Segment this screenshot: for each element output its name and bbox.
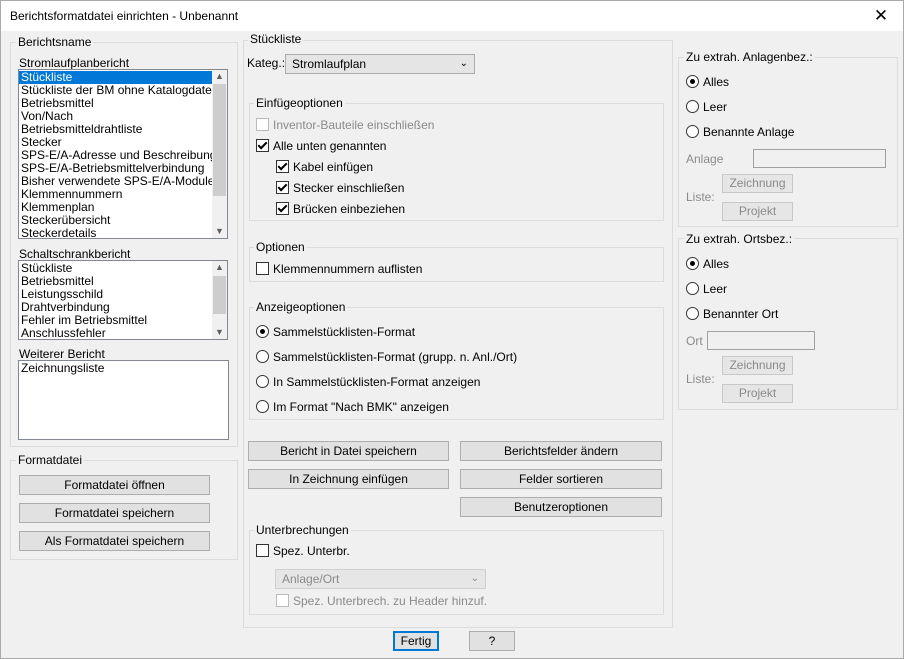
save-report-button[interactable]: Bericht in Datei speichern (248, 441, 449, 461)
stromlaufplan-scrollbar[interactable]: ▲ ▼ (212, 70, 227, 238)
change-fields-button[interactable]: Berichtsfelder ändern (460, 441, 662, 461)
kateg-label: Kateg.: (247, 56, 286, 70)
spez-unterbr-checkbox[interactable]: Spez. Unterbr. (256, 543, 350, 559)
anlagenbez-leer-radio[interactable]: Leer (686, 99, 727, 115)
anlage-zeichnung-button[interactable]: Zeichnung (722, 174, 793, 193)
ort-label: Ort (686, 334, 703, 348)
list-item[interactable]: Steckerdetails (19, 227, 227, 239)
alle-checkbox[interactable]: Alle unten genannten (256, 138, 386, 154)
unterbr-select[interactable]: Anlage/Ort ⌄ (275, 569, 486, 589)
stromlaufplan-list[interactable]: Stückliste Stückliste der BM ohne Katalog… (18, 69, 228, 239)
scroll-down-icon[interactable]: ▼ (212, 225, 227, 238)
checkmark-icon (276, 181, 289, 194)
radio-icon (686, 307, 699, 320)
schaltschrank-scrollbar[interactable]: ▲ ▼ (212, 261, 227, 339)
kateg-value: Stromlaufplan (292, 57, 367, 71)
checkmark-icon (256, 139, 269, 152)
anlage-projekt-button[interactable]: Projekt (722, 202, 793, 221)
checkbox-icon (256, 118, 269, 131)
radio-selected-icon (256, 325, 269, 338)
formatdatei-label: Formatdatei (16, 453, 85, 467)
anzeige-radio-2[interactable]: Sammelstücklisten-Format (grupp. n. Anl.… (256, 349, 517, 365)
fertig-button[interactable]: Fertig (393, 631, 439, 651)
bruecken-checkbox[interactable]: Brücken einbeziehen (276, 201, 405, 217)
schaltschrank-list[interactable]: Stückliste Betriebsmittel Leistungsschild D… (18, 260, 228, 340)
checkmark-icon (276, 202, 289, 215)
radio-icon (256, 400, 269, 413)
anzeige-radio-1[interactable]: Sammelstücklisten-Format (256, 324, 415, 340)
stueckliste-label: Stückliste (248, 32, 304, 46)
stromlaufplan-label: Stromlaufplanbericht (19, 56, 130, 70)
scroll-up-icon[interactable]: ▲ (212, 70, 227, 83)
schaltschrank-label: Schaltschrankbericht (19, 247, 131, 261)
checkbox-icon (276, 594, 289, 607)
sort-fields-button[interactable]: Felder sortieren (460, 469, 662, 489)
weiterer-label: Weiterer Bericht (19, 347, 105, 361)
radio-selected-icon (686, 75, 699, 88)
radio-icon (256, 350, 269, 363)
user-options-button[interactable]: Benutzeroptionen (460, 497, 662, 517)
ortsbez-alles-radio[interactable]: Alles (686, 256, 729, 272)
anlage-liste-label: Liste: (686, 190, 715, 204)
radio-icon (256, 375, 269, 388)
checkmark-icon (276, 160, 289, 173)
ort-zeichnung-button[interactable]: Zeichnung (722, 356, 793, 375)
ort-input[interactable] (707, 331, 815, 350)
scroll-thumb[interactable] (213, 276, 226, 314)
unterbr-value: Anlage/Ort (282, 572, 340, 586)
chevron-down-icon: ⌄ (470, 573, 479, 584)
scroll-down-icon[interactable]: ▼ (212, 326, 227, 339)
anzeige-radio-3[interactable]: In Sammelstücklisten-Format anzeigen (256, 374, 480, 390)
anlage-label: Anlage (686, 152, 724, 166)
ort-projekt-button[interactable]: Projekt (722, 384, 793, 403)
optionen-label: Optionen (254, 240, 307, 254)
anzeige-label: Anzeigeoptionen (254, 300, 348, 314)
radio-selected-icon (686, 257, 699, 270)
title-bar: Berichtsformatdatei einrichten - Unbenan… (1, 1, 903, 31)
scroll-thumb[interactable] (213, 84, 226, 196)
kabel-checkbox[interactable]: Kabel einfügen (276, 159, 373, 175)
formatdatei-saveas-button[interactable]: Als Formatdatei speichern (19, 531, 210, 551)
inventor-checkbox[interactable]: Inventor-Bauteile einschließen (256, 117, 434, 133)
radio-icon (686, 282, 699, 295)
stecker-checkbox[interactable]: Stecker einschließen (276, 180, 404, 196)
formatdatei-open-button[interactable]: Formatdatei öffnen (19, 475, 210, 495)
berichtsname-label: Berichtsname (16, 35, 94, 49)
radio-icon (686, 125, 699, 138)
close-icon[interactable]: ✕ (859, 1, 903, 31)
unterbrechungen-label: Unterbrechungen (254, 523, 351, 537)
checkbox-icon (256, 262, 269, 275)
kateg-select[interactable]: Stromlaufplan ⌄ (285, 54, 475, 74)
window-title: Berichtsformatdatei einrichten - Unbenan… (10, 9, 239, 23)
ortsbez-benannter-radio[interactable]: Benannter Ort (686, 306, 778, 322)
checkbox-icon (256, 544, 269, 557)
radio-icon (686, 100, 699, 113)
anlage-input[interactable] (753, 149, 886, 168)
list-item[interactable]: Anschlussfehler (19, 327, 227, 340)
ortsbez-label: Zu extrah. Ortsbez.: (684, 232, 795, 246)
anlagenbez-alles-radio[interactable]: Alles (686, 74, 729, 90)
klemmen-checkbox[interactable]: Klemmennummern auflisten (256, 261, 422, 277)
chevron-down-icon: ⌄ (459, 58, 468, 69)
ortsbez-leer-radio[interactable]: Leer (686, 281, 727, 297)
anzeige-radio-4[interactable]: Im Format "Nach BMK" anzeigen (256, 399, 449, 415)
anlagenbez-benannte-radio[interactable]: Benannte Anlage (686, 124, 794, 140)
ort-liste-label: Liste: (686, 372, 715, 386)
scroll-up-icon[interactable]: ▲ (212, 261, 227, 274)
anlagenbez-label: Zu extrah. Anlagenbez.: (684, 50, 815, 64)
list-item[interactable]: Zeichnungsliste (19, 362, 228, 375)
header-checkbox[interactable]: Spez. Unterbrech. zu Header hinzuf. (276, 593, 487, 609)
dialog-window: Berichtsformatdatei einrichten - Unbenan… (0, 0, 904, 659)
insert-drawing-button[interactable]: In Zeichnung einfügen (248, 469, 449, 489)
formatdatei-save-button[interactable]: Formatdatei speichern (19, 503, 210, 523)
weiterer-list[interactable]: Zeichnungsliste (18, 360, 229, 440)
einfuege-label: Einfügeoptionen (254, 96, 345, 110)
help-button[interactable]: ? (469, 631, 515, 651)
